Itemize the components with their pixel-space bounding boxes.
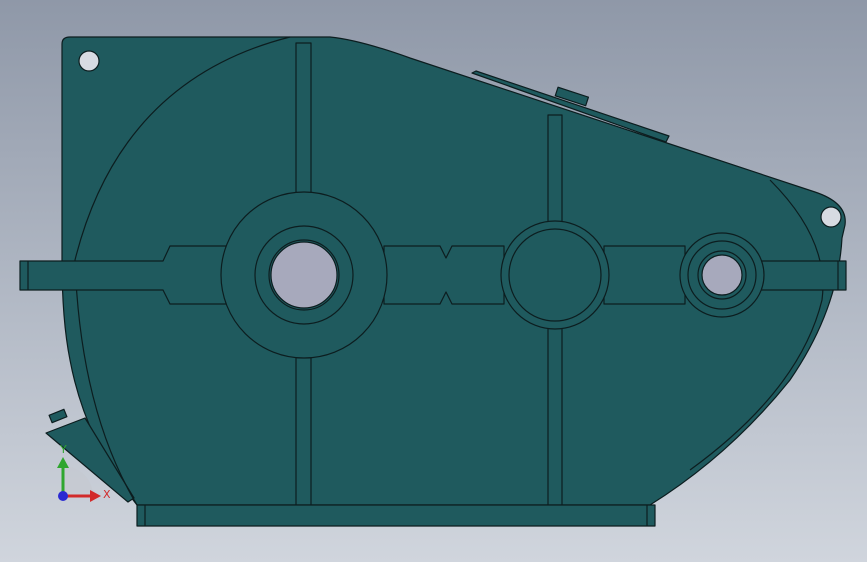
rib-bottom-left: [295, 356, 312, 506]
y-axis-arrowhead: [57, 457, 69, 468]
split-flange-middle: [383, 245, 505, 305]
lifting-hole-right: [820, 206, 842, 228]
z-axis-dot: [58, 491, 68, 501]
base-plate: [136, 504, 656, 527]
bore-small: [701, 254, 743, 296]
triad-rotation-arc: [63, 466, 93, 496]
x-axis-label: X: [103, 488, 111, 501]
x-axis-arrowhead: [90, 490, 101, 502]
bore-large: [270, 241, 338, 309]
rib-bottom-mid: [547, 327, 563, 506]
rib-top-mid: [547, 114, 563, 224]
rib-top-left: [295, 42, 312, 194]
split-flange-end: [759, 260, 847, 291]
lifting-hole-left: [78, 50, 100, 72]
oil-sight-plug: [48, 408, 68, 424]
bearing-cap-mid: [508, 228, 602, 322]
cad-graphics-viewport[interactable]: Y X: [0, 0, 867, 562]
gearbox-drawing[interactable]: Y X: [0, 0, 867, 562]
y-axis-label: Y: [59, 443, 67, 456]
split-flange-right: [603, 245, 686, 305]
